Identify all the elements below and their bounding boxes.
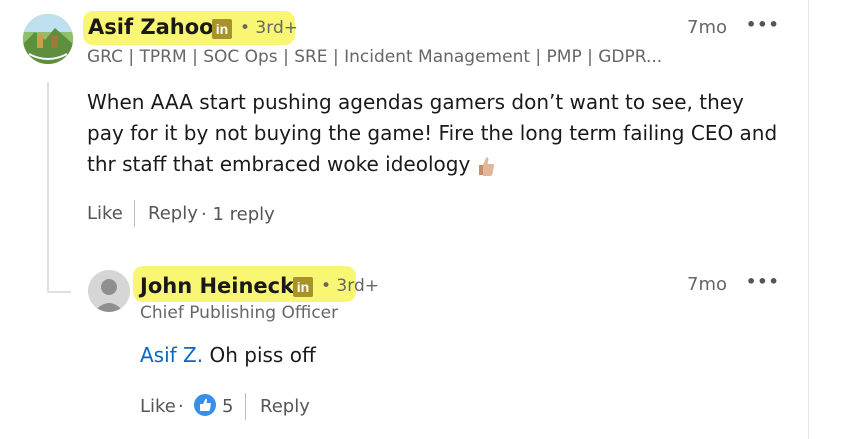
- comment-author-headline: GRC | TPRM | SOC Ops | SRE | Incident Ma…: [87, 47, 663, 67]
- reply-timestamp: 7mo: [687, 274, 727, 295]
- linkedin-badge-icon: in: [212, 19, 232, 39]
- reply-like-button[interactable]: Like: [140, 396, 176, 417]
- thumbs-up-emoji-icon: [476, 155, 496, 177]
- column-divider: [808, 0, 809, 439]
- comment-like-button[interactable]: Like: [87, 203, 123, 224]
- thread-connector-elbow: [47, 291, 71, 293]
- comment-author-name[interactable]: Asif Zahoor: [88, 15, 224, 39]
- action-separator: [134, 200, 135, 227]
- like-reaction-icon[interactable]: [193, 393, 217, 417]
- reply-author-headline: Chief Publishing Officer: [140, 303, 339, 323]
- comment-timestamp: 7mo: [687, 17, 727, 38]
- reply-reply-button[interactable]: Reply: [260, 396, 310, 417]
- more-options-icon[interactable]: •••: [746, 272, 780, 291]
- linkedin-badge-icon: in: [293, 277, 313, 297]
- action-separator: [245, 393, 246, 420]
- comment-reply-button[interactable]: Reply: [148, 203, 198, 224]
- mention-link[interactable]: Asif Z.: [140, 343, 203, 367]
- reply-author-name[interactable]: John Heinecke: [140, 274, 308, 298]
- avatar[interactable]: [23, 14, 73, 64]
- more-options-icon[interactable]: •••: [746, 15, 780, 34]
- dot-separator: ·: [178, 396, 184, 417]
- comment-text: When AAA start pushing agendas gamers do…: [87, 90, 778, 176]
- thread-connector: [47, 82, 49, 292]
- reaction-count[interactable]: 5: [222, 396, 233, 417]
- connection-degree: • 3rd+: [240, 18, 298, 38]
- reply-text: Oh piss off: [203, 343, 316, 367]
- reply-body: Asif Z. Oh piss off: [140, 343, 316, 367]
- reply-count-link[interactable]: · 1 reply: [201, 204, 275, 225]
- comment-body: When AAA start pushing agendas gamers do…: [87, 87, 787, 180]
- connection-degree: • 3rd+: [321, 276, 379, 296]
- reply-avatar[interactable]: [88, 270, 130, 312]
